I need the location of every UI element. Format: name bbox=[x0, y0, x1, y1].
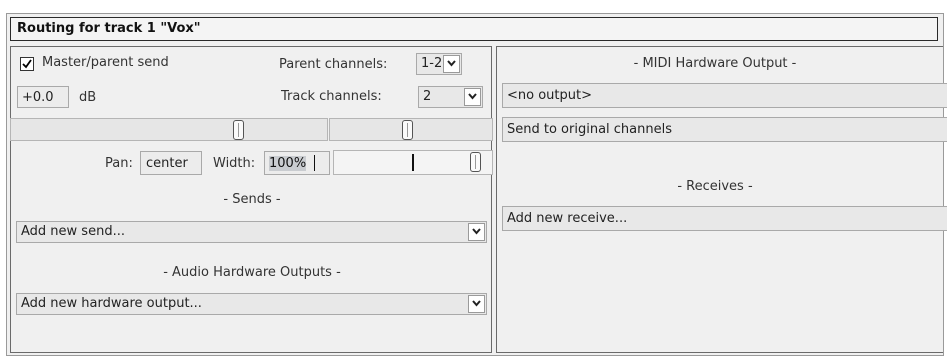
volume-value: +0.0 bbox=[22, 90, 54, 105]
pan-label: Pan: bbox=[105, 156, 133, 171]
track-channels-value: 2 bbox=[423, 89, 432, 104]
width-label: Width: bbox=[213, 156, 256, 171]
volume-field[interactable]: +0.0 bbox=[17, 86, 69, 108]
add-hw-output-select[interactable]: Add new hardware output... bbox=[16, 293, 487, 315]
pan-slider[interactable] bbox=[329, 118, 493, 141]
width-field[interactable]: 100% bbox=[264, 151, 330, 175]
add-send-label: Add new send... bbox=[21, 224, 125, 239]
volume-unit: dB bbox=[79, 90, 97, 105]
add-receive-label: Add new receive... bbox=[507, 211, 628, 226]
parent-channels-dropdown[interactable] bbox=[443, 55, 460, 73]
chevron-down-icon bbox=[472, 300, 481, 307]
volume-slider[interactable] bbox=[10, 118, 328, 141]
midi-channels-select[interactable]: Send to original channels bbox=[502, 117, 947, 142]
add-hw-output-label: Add new hardware output... bbox=[21, 296, 202, 311]
add-receive-select[interactable]: Add new receive... bbox=[502, 206, 947, 231]
receives-header: - Receives - bbox=[677, 179, 753, 194]
master-send-checkbox[interactable] bbox=[20, 57, 34, 71]
left-panel: Master/parent send Parent channels: 1-2 … bbox=[10, 46, 493, 353]
routing-window: Routing for track 1 "Vox" Master/parent … bbox=[6, 13, 947, 356]
parent-channels-select[interactable]: 1-2 bbox=[416, 53, 462, 75]
track-channels-select[interactable]: 2 bbox=[418, 86, 483, 108]
width-value: 100% bbox=[269, 156, 307, 171]
window-title: Routing for track 1 "Vox" bbox=[10, 17, 938, 41]
track-channels-dropdown[interactable] bbox=[464, 88, 481, 106]
parent-channels-value: 1-2 bbox=[421, 56, 443, 71]
midi-channels-value: Send to original channels bbox=[507, 122, 672, 137]
master-send-label: Master/parent send bbox=[42, 55, 169, 70]
checkmark-icon bbox=[22, 59, 32, 69]
add-hw-output-dropdown[interactable] bbox=[468, 295, 485, 313]
slider-knob-icon[interactable] bbox=[470, 152, 481, 172]
slider-knob-icon[interactable] bbox=[402, 120, 413, 140]
chevron-down-icon bbox=[472, 228, 481, 235]
midi-hw-output-header: - MIDI Hardware Output - bbox=[633, 56, 797, 71]
parent-channels-label: Parent channels: bbox=[279, 57, 388, 72]
audio-hw-outputs-header: - Audio Hardware Outputs - bbox=[163, 265, 341, 280]
slider-knob-icon[interactable] bbox=[233, 120, 244, 140]
text-cursor bbox=[314, 155, 315, 171]
width-slider[interactable] bbox=[333, 150, 493, 175]
midi-output-value: <no output> bbox=[507, 88, 592, 103]
sends-header: - Sends - bbox=[223, 192, 281, 207]
add-send-select[interactable]: Add new send... bbox=[16, 221, 487, 243]
track-channels-label: Track channels: bbox=[281, 89, 382, 104]
add-send-dropdown[interactable] bbox=[468, 223, 485, 241]
pan-field[interactable]: center bbox=[140, 151, 202, 175]
chevron-down-icon bbox=[447, 60, 456, 67]
chevron-down-icon bbox=[468, 93, 477, 100]
right-panel: - MIDI Hardware Output - <no output> Sen… bbox=[496, 46, 947, 353]
pan-value: center bbox=[146, 156, 188, 171]
width-slider-center-mark bbox=[412, 154, 414, 171]
midi-output-select[interactable]: <no output> bbox=[502, 83, 947, 108]
